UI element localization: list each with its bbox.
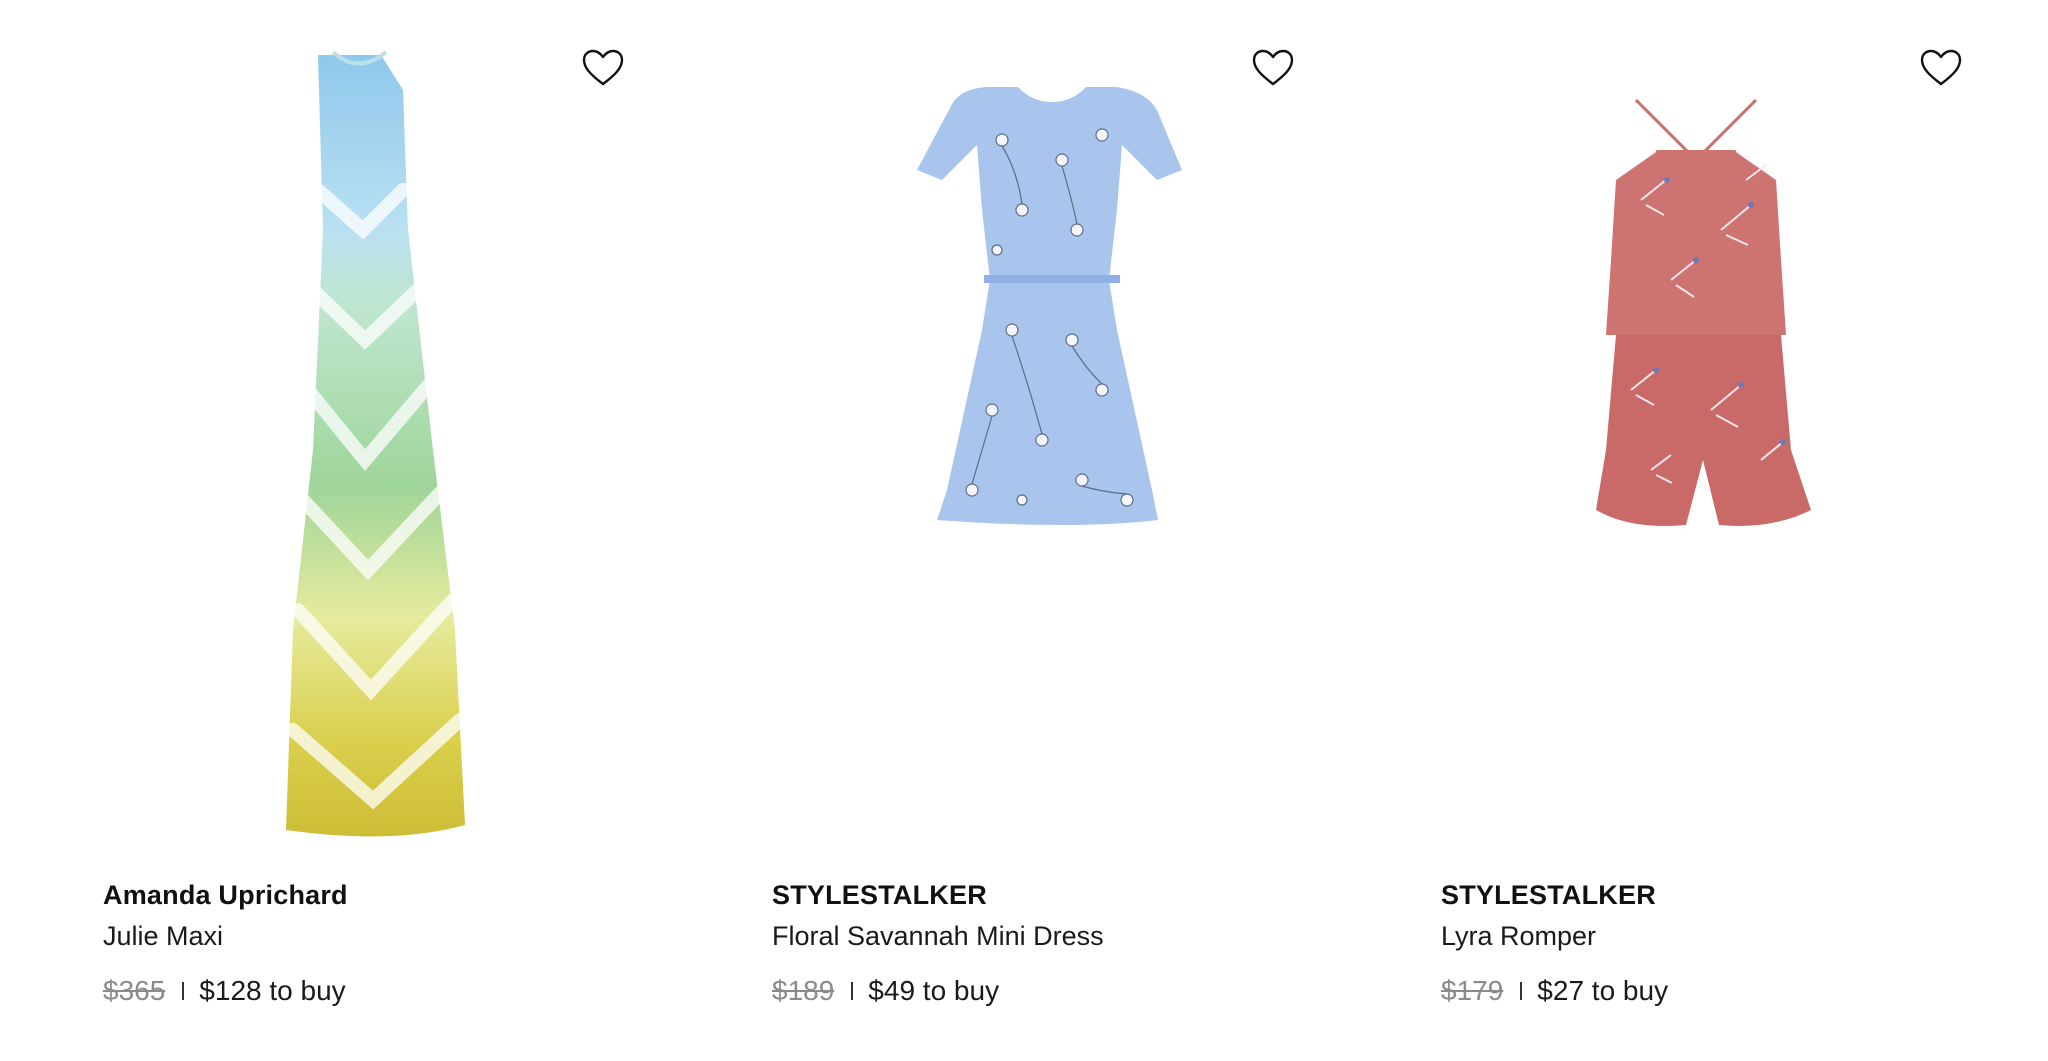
price-divider: [851, 982, 854, 1000]
product-grid: Amanda Uprichard Julie Maxi $365 $128 to…: [0, 0, 2048, 1061]
product-brand[interactable]: STYLESTALKER: [1441, 880, 1656, 911]
product-image-pink-floral-halter-romper[interactable]: [1441, 30, 2001, 850]
buy-price: $128 to buy: [199, 975, 346, 1006]
retail-price: $189: [772, 975, 835, 1006]
favorite-heart-icon[interactable]: [1919, 48, 1963, 88]
retail-price: $179: [1441, 975, 1504, 1006]
product-brand[interactable]: STYLESTALKER: [772, 880, 987, 911]
product-name[interactable]: Lyra Romper: [1441, 921, 1596, 952]
product-card-lyra-romper[interactable]: STYLESTALKER Lyra Romper $179 $27 to buy: [1441, 0, 2001, 1061]
buy-price: $27 to buy: [1537, 975, 1669, 1006]
price-row: $179 $27 to buy: [1441, 975, 1668, 1007]
buy-price: $49 to buy: [868, 975, 1000, 1006]
product-card-julie-maxi[interactable]: Amanda Uprichard Julie Maxi $365 $128 to…: [103, 0, 663, 1061]
product-image-blue-floral-mini-dress[interactable]: [772, 30, 1332, 850]
favorite-heart-icon[interactable]: [581, 48, 625, 88]
price-row: $189 $49 to buy: [772, 975, 999, 1007]
price-row: $365 $128 to buy: [103, 975, 346, 1007]
product-name[interactable]: Julie Maxi: [103, 921, 223, 952]
retail-price: $365: [103, 975, 166, 1006]
favorite-heart-icon[interactable]: [1251, 48, 1295, 88]
product-brand[interactable]: Amanda Uprichard: [103, 880, 348, 911]
product-name[interactable]: Floral Savannah Mini Dress: [772, 921, 1104, 952]
price-divider: [1520, 982, 1523, 1000]
product-image-tie-dye-maxi-dress[interactable]: [103, 30, 663, 850]
product-card-floral-savannah-mini-dress[interactable]: STYLESTALKER Floral Savannah Mini Dress …: [772, 0, 1332, 1061]
price-divider: [182, 982, 185, 1000]
